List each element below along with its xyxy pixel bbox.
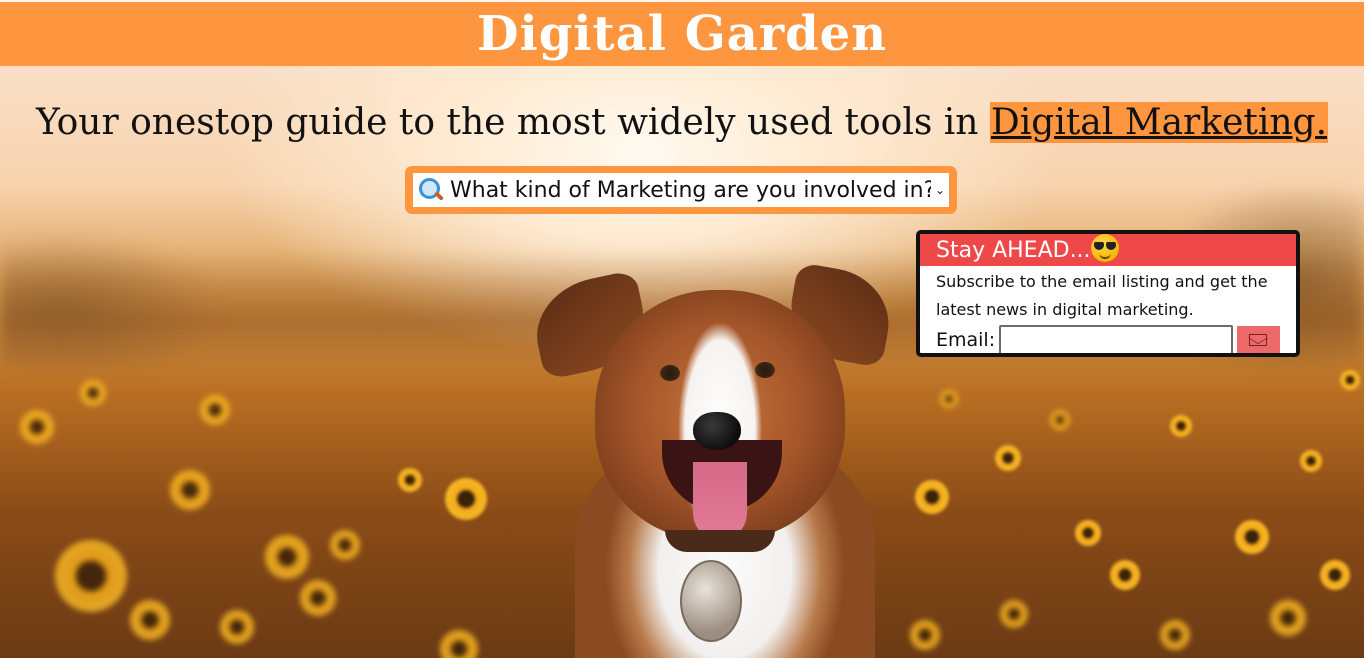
marketing-type-select-wrapper: What kind of Marketing are you involved … [405, 166, 957, 214]
subscribe-send-button[interactable] [1236, 326, 1280, 353]
site-title: Digital Garden [476, 6, 888, 62]
marketing-type-select[interactable]: What kind of Marketing are you involved … [413, 173, 949, 207]
subscribe-title: Stay AHEAD... [936, 238, 1091, 263]
subscribe-card: Stay AHEAD... Subscribe to the email lis… [916, 230, 1300, 357]
subscribe-description: Subscribe to the email listing and get t… [936, 272, 1268, 319]
email-row: Email: [936, 324, 1280, 353]
tagline-text: Your onestop guide to the most widely us… [35, 102, 990, 143]
dog-eye-left [660, 365, 680, 381]
site-header: Digital Garden [0, 0, 1364, 66]
email-label: Email: [936, 329, 996, 351]
tagline: Your onestop guide to the most widely us… [0, 98, 1364, 148]
chevron-down-icon[interactable]: ⌄ [935, 183, 945, 197]
select-selected-text: What kind of Marketing are you involved … [450, 177, 931, 203]
sunglasses-emoji-icon [1090, 234, 1119, 262]
dog-collar [665, 530, 775, 552]
subscribe-card-body: Subscribe to the email listing and get t… [920, 266, 1296, 353]
dog-tag [680, 560, 742, 642]
envelope-icon [1249, 334, 1268, 346]
dog-nose [693, 412, 741, 450]
page: Digital Garden Your onestop guide to the… [0, 0, 1364, 658]
subscribe-card-header: Stay AHEAD... [920, 234, 1296, 266]
dog-tongue [693, 462, 747, 540]
dog-eye-right [755, 362, 775, 378]
email-field[interactable] [999, 325, 1233, 353]
digital-marketing-link[interactable]: Digital Marketing. [989, 102, 1329, 143]
magnifying-glass-icon [415, 176, 445, 204]
